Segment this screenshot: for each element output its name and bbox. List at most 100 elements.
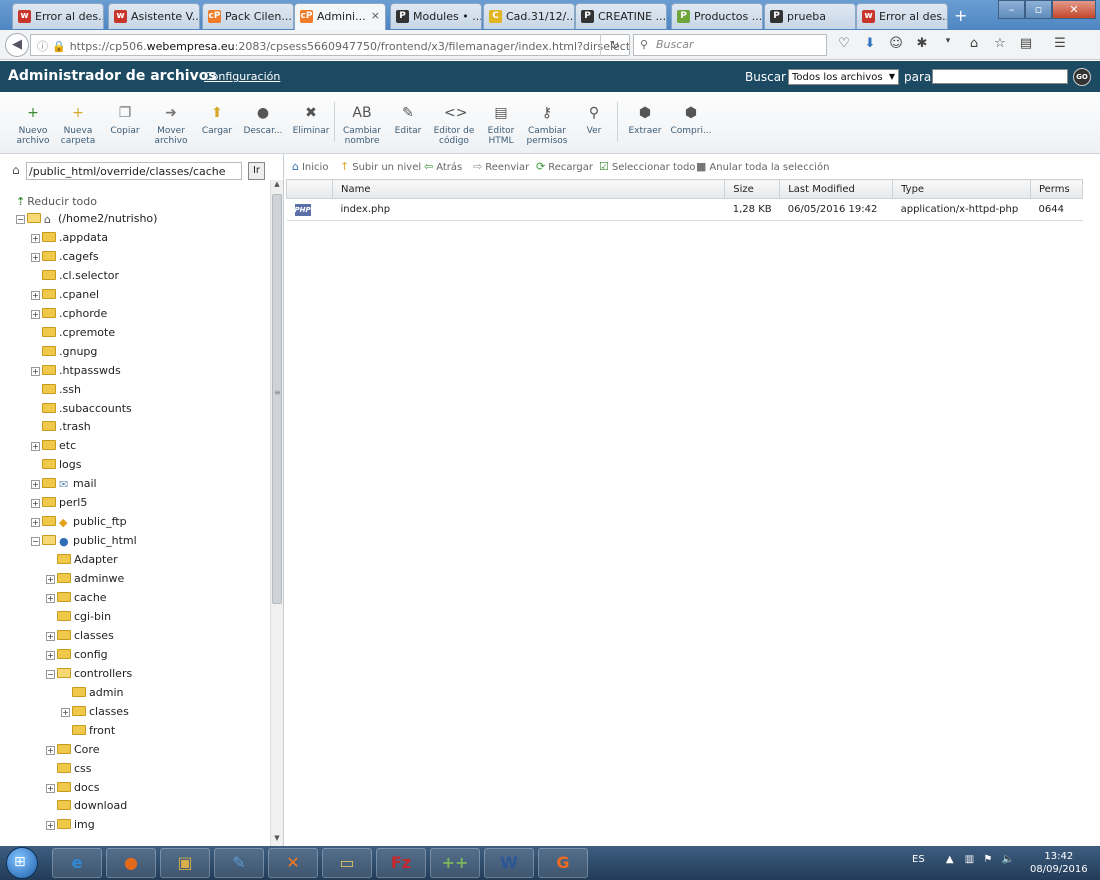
scroll-down-icon[interactable]: ▼ [271,834,283,846]
column-header-modified[interactable]: Last Modified [779,179,894,199]
scrollbar-thumb[interactable] [272,194,282,604]
descargar-button[interactable]: ● Descar... [240,103,286,136]
tree-node[interactable]: .gnupg [31,345,97,363]
filezilla-taskbar-button[interactable]: Fz [376,848,426,878]
nueva-carpeta-button[interactable]: + Nueva carpeta [55,103,101,146]
expand-icon[interactable]: + [46,650,55,660]
tree-node[interactable]: + config [46,648,108,666]
tree-node[interactable]: + .cpanel [31,288,99,306]
tree-node[interactable]: .cl.selector [31,269,119,287]
browser-search-input[interactable]: ⚲ Buscar [633,34,827,56]
file-search-input[interactable] [932,69,1068,84]
expand-icon[interactable]: + [31,252,40,262]
chat-icon[interactable]: ☺ [888,36,904,51]
atras-button[interactable]: ⇦ Atrás [424,160,462,173]
maximize-button[interactable]: ▫ [1025,0,1052,19]
tree-node[interactable]: css [46,762,92,780]
tree-node[interactable]: download [46,799,127,817]
expand-icon[interactable]: + [31,309,40,319]
browser-tab[interactable]: cP Admini... × [294,3,386,30]
expand-icon[interactable]: + [31,233,40,243]
url-bar[interactable]: ⓘ 🔒 https://cp506.webempresa.eu:2083/cpses… [30,34,630,56]
search-scope-select[interactable]: Todos los archivos ▼ [788,69,899,85]
table-row[interactable]: PHP index.php 1,28 KB 06/05/2016 19:42 appli… [286,198,1083,221]
xampp-taskbar-button[interactable]: ✕ [268,848,318,878]
language-indicator[interactable]: ES [912,854,925,865]
comprimir-button[interactable]: ⬢ Compri... [668,103,714,136]
tree-node[interactable]: + .appdata [31,231,108,249]
tree-node[interactable]: + ◆ public_ftp [31,515,127,533]
action-center-icon[interactable]: ⚑ [983,854,992,865]
expand-icon[interactable]: + [46,783,55,793]
browser-tab[interactable]: C Cad.31/12/... [483,3,575,29]
mover-archivo-button[interactable]: ➜ Mover archivo [148,103,194,146]
expand-icon[interactable]: + [46,574,55,584]
browser-tab[interactable]: cP Pack Cilen... [202,3,294,29]
tree-node[interactable]: admin [61,686,123,704]
tree-node[interactable]: + classes [46,629,114,647]
tree-node[interactable]: .trash [31,420,91,438]
download-icon[interactable]: ⬇ [862,36,878,51]
home-icon[interactable]: ⌂ [966,36,982,51]
column-header-perms[interactable]: Perms [1029,179,1084,199]
collapse-icon[interactable]: − [16,214,25,224]
editor-html-button[interactable]: ▤ Editor HTML [478,103,524,146]
tree-node[interactable]: .subaccounts [31,402,132,420]
go-path-button[interactable]: Ir [248,162,265,180]
tree-node[interactable]: + .cagefs [31,250,99,268]
chevron-down-icon[interactable]: ▾ [940,36,956,51]
network-icon[interactable]: ▥ [965,854,974,865]
ver-button[interactable]: ⚲ Ver [571,103,617,136]
browser-tab[interactable]: Pprueba [764,3,856,29]
path-input[interactable]: /public_html/override/classes/cache [26,162,242,180]
browser-tab[interactable]: P Modules • ... [390,3,482,29]
browser-tab[interactable]: w Error al des... [856,3,948,29]
tree-node[interactable]: + adminwe [46,572,124,590]
tree-node[interactable]: + perl5 [31,496,87,514]
pocket-icon[interactable]: ♡ [836,36,852,51]
clock[interactable]: 13:42 08/09/2016 [1030,850,1088,876]
pdf-taskbar-button[interactable]: G [538,848,588,878]
inicio-button[interactable]: ⌂ Inicio [292,160,328,173]
reading-list-icon[interactable]: ▤ [1018,36,1034,51]
browser-tab[interactable]: P Productos ... [671,3,763,29]
tree-node[interactable]: + img [46,818,95,836]
editor-codigo-button[interactable]: <> Editor de código [431,103,477,146]
cargar-button[interactable]: ⬆ Cargar [194,103,240,136]
column-header-size[interactable]: Size [724,179,781,199]
volume-icon[interactable]: 🔈 [1002,854,1014,865]
tree-node[interactable]: + .htpasswds [31,364,121,382]
notepadpp-taskbar-button[interactable]: ++ [430,848,480,878]
expand-icon[interactable]: + [61,707,70,717]
firefox-taskbar-button[interactable]: ● [106,848,156,878]
cambiar-permisos-button[interactable]: ⚷ Cambiar permisos [524,103,570,146]
browser-tab[interactable]: w Error al des... [12,3,104,29]
expand-icon[interactable]: + [31,498,40,508]
extension-icon[interactable]: ✱ [914,36,930,51]
reenviar-button[interactable]: ⇨ Reenviar [473,160,529,173]
tree-node[interactable]: + ✉ mail [31,477,97,495]
tree-node[interactable]: front [61,724,115,742]
column-header-type[interactable]: Type [892,179,1031,199]
ie-taskbar-button[interactable]: e [52,848,102,878]
tree-node[interactable]: + classes [61,705,129,723]
tree-node[interactable]: + .cphorde [31,307,107,325]
expand-icon[interactable]: + [46,631,55,641]
tree-node[interactable]: − ● public_html [31,534,137,552]
word-taskbar-button[interactable]: W [484,848,534,878]
seleccionar-todo-button[interactable]: ☑ Seleccionar todo [599,160,695,173]
tree-node[interactable]: + docs [46,781,100,799]
tree-node[interactable]: Adapter [46,553,118,571]
expand-icon[interactable]: + [46,593,55,603]
expand-icon[interactable]: + [31,517,40,527]
bookmark-star-icon[interactable]: ☆ [992,36,1008,51]
tree-node[interactable]: .ssh [31,383,81,401]
tree-node[interactable]: − ⌂ (/home2/nutrisho) [16,212,157,230]
back-button[interactable]: ◀ [5,33,29,57]
collapse-all-link[interactable]: ⇡ Reducir todo [16,195,97,208]
settings-link[interactable]: Configuración [204,70,280,83]
tree-scrollbar[interactable]: ▲ ≡ ▼ [270,180,283,846]
expand-icon[interactable]: + [31,366,40,376]
tray-expand-icon[interactable]: ▲ [946,854,954,865]
scroll-up-icon[interactable]: ▲ [271,180,283,192]
